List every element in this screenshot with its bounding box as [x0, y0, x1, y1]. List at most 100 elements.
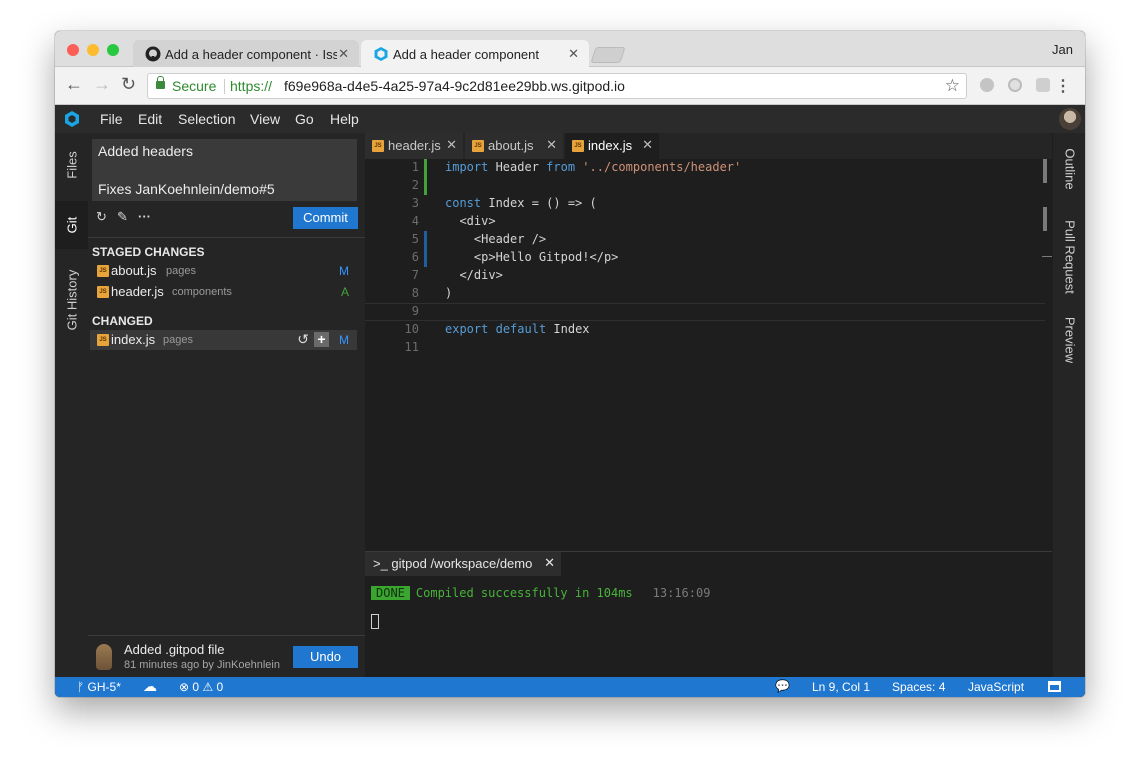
divider: [88, 237, 365, 238]
stage-plus-icon[interactable]: +: [314, 332, 329, 347]
terminal-output: DONE Compiled successfully in 104ms 13:16:…: [371, 586, 710, 600]
editor-tab-bar: JS header.js ✕ JS about.js ✕ JS index.js…: [365, 133, 1052, 159]
tab-outline[interactable]: Outline: [1053, 137, 1085, 201]
code-line: <Header />: [445, 232, 547, 246]
chat-icon[interactable]: 💬: [775, 679, 790, 693]
tab-pull-request[interactable]: Pull Request: [1053, 213, 1085, 301]
code-editor: JS header.js ✕ JS about.js ✕ JS index.js…: [365, 133, 1052, 551]
commit-message-input[interactable]: Added headers Fixes JanKoehnlein/demo#5: [92, 139, 357, 201]
editor-tab-header-js[interactable]: JS header.js ✕: [365, 133, 463, 159]
back-arrow-icon[interactable]: ←: [65, 74, 83, 95]
menu-help[interactable]: Help: [330, 111, 359, 127]
last-commit: Added .gitpod file 81 minutes ago by Jin…: [88, 635, 365, 677]
gitpod-logo-icon: [65, 111, 79, 127]
close-tab-icon[interactable]: ✕: [568, 46, 579, 62]
tab-git[interactable]: Git: [55, 201, 88, 249]
status-badge: A: [340, 285, 349, 299]
editor-tab-index-js[interactable]: JS index.js ✕: [565, 133, 659, 159]
extension-shield-icon[interactable]: [1036, 78, 1050, 92]
js-file-icon: JS: [572, 140, 584, 152]
close-tab-icon[interactable]: ✕: [544, 555, 555, 571]
reload-icon[interactable]: ↻: [121, 74, 136, 95]
menu-bar: File Edit Selection View Go Help: [55, 105, 1085, 133]
address-separator: [224, 79, 225, 94]
js-file-icon: JS: [372, 140, 384, 152]
cursor-position[interactable]: Ln 9, Col 1: [812, 680, 870, 694]
line-number: 3: [411, 196, 419, 210]
author-avatar: [96, 644, 112, 670]
error-icon: ⊗: [179, 680, 190, 694]
code-line: const Index = () => (: [445, 196, 597, 210]
code-line: import Header from '../components/header…: [445, 160, 742, 174]
terminal-cursor[interactable]: [371, 614, 379, 629]
js-file-icon: JS: [97, 286, 109, 298]
minimize-window-button[interactable]: [87, 44, 99, 56]
menu-file[interactable]: File: [100, 111, 123, 127]
changed-file-row[interactable]: JS index.js pages ↺ + M: [90, 330, 357, 350]
refresh-icon[interactable]: ↻: [96, 209, 107, 225]
line-number: 6: [411, 250, 419, 264]
forward-arrow-icon[interactable]: →: [93, 74, 111, 95]
menu-selection[interactable]: Selection: [178, 111, 236, 127]
warning-icon: ⚠: [202, 680, 214, 694]
staged-file-row[interactable]: JS about.js pages M: [90, 261, 357, 281]
profile-name[interactable]: Jan: [1052, 42, 1073, 57]
overview-ruler-mark: [1042, 256, 1052, 257]
problems-status[interactable]: ⊗ 0 ⚠ 0: [179, 680, 223, 694]
done-badge: DONE: [371, 586, 410, 600]
discard-changes-icon[interactable]: ↺: [297, 331, 309, 348]
line-number: 11: [404, 340, 419, 354]
commit-button[interactable]: Commit: [293, 207, 358, 229]
maximize-window-button[interactable]: [107, 44, 119, 56]
tab-files[interactable]: Files: [55, 135, 88, 195]
bookmark-star-icon[interactable]: ☆: [945, 76, 960, 96]
tab-preview[interactable]: Preview: [1053, 309, 1085, 371]
terminal-tab[interactable]: >_ gitpod /workspace/demo ✕: [365, 552, 561, 576]
extension-circle-icon[interactable]: [1008, 78, 1022, 92]
menu-view[interactable]: View: [250, 111, 280, 127]
chrome-menu-icon[interactable]: ⋮: [1055, 76, 1071, 96]
edit-icon[interactable]: ✎: [117, 209, 128, 225]
gitpod-icon: [374, 47, 388, 61]
code-line: <p>Hello Gitpod!</p>: [445, 250, 619, 264]
menu-edit[interactable]: Edit: [138, 111, 162, 127]
new-tab-button[interactable]: [590, 47, 626, 63]
menu-go[interactable]: Go: [295, 111, 314, 127]
language-mode[interactable]: JavaScript: [968, 680, 1024, 694]
code-area[interactable]: 1 2 3 4 5 6 7 8 9 10 11 import Header fr…: [365, 159, 1052, 551]
more-actions-icon[interactable]: ···: [138, 209, 151, 224]
js-file-icon: JS: [97, 334, 109, 346]
indentation-status[interactable]: Spaces: 4: [892, 680, 945, 694]
user-avatar[interactable]: [1059, 108, 1081, 130]
undo-button[interactable]: Undo: [293, 646, 358, 668]
line-number: 10: [404, 322, 419, 336]
terminal-message: Compiled successfully in 104ms: [415, 586, 633, 600]
line-number: 2: [411, 178, 419, 192]
address-bar[interactable]: Secure https:// f69e968a-d4e5-4a25-97a4-…: [147, 73, 967, 99]
cloud-upload-icon[interactable]: ☁: [143, 678, 157, 695]
close-tab-icon[interactable]: ✕: [446, 137, 457, 153]
line-number: 4: [411, 214, 419, 228]
editor-tab-about-js[interactable]: JS about.js ✕: [465, 133, 563, 159]
tab-git-history[interactable]: Git History: [55, 255, 88, 345]
browser-tab-active[interactable]: Add a header component ✕: [361, 40, 589, 67]
close-window-button[interactable]: [67, 44, 79, 56]
close-tab-icon[interactable]: ✕: [642, 137, 653, 153]
browser-tab-title: Add a header component: [393, 47, 539, 62]
extension-cloud-icon[interactable]: [980, 78, 994, 92]
git-branch-icon: ᚠ: [77, 680, 85, 694]
staged-file-row[interactable]: JS header.js components A: [90, 282, 357, 302]
scrollbar-thumb[interactable]: [1043, 159, 1047, 183]
browser-tab-issue[interactable]: Add a header component · Issu ✕: [133, 40, 359, 67]
last-commit-meta: 81 minutes ago by JinKoehnlein: [124, 659, 280, 671]
status-bar: ᚠ GH-5* ☁ ⊗ 0 ⚠ 0 💬 Ln 9, Col 1 Spaces: …: [55, 677, 1085, 697]
panel-toggle-icon[interactable]: [1048, 681, 1061, 692]
close-tab-icon[interactable]: ✕: [546, 137, 557, 153]
js-file-icon: JS: [97, 265, 109, 277]
branch-status[interactable]: ᚠ GH-5*: [77, 680, 121, 694]
close-tab-icon[interactable]: ✕: [338, 46, 349, 62]
scrollbar-thumb[interactable]: [1043, 207, 1047, 231]
left-panel-tabs: Files Git Git History: [55, 133, 88, 677]
current-line-highlight: [365, 303, 1045, 321]
terminal-time: 13:16:09: [652, 586, 711, 600]
